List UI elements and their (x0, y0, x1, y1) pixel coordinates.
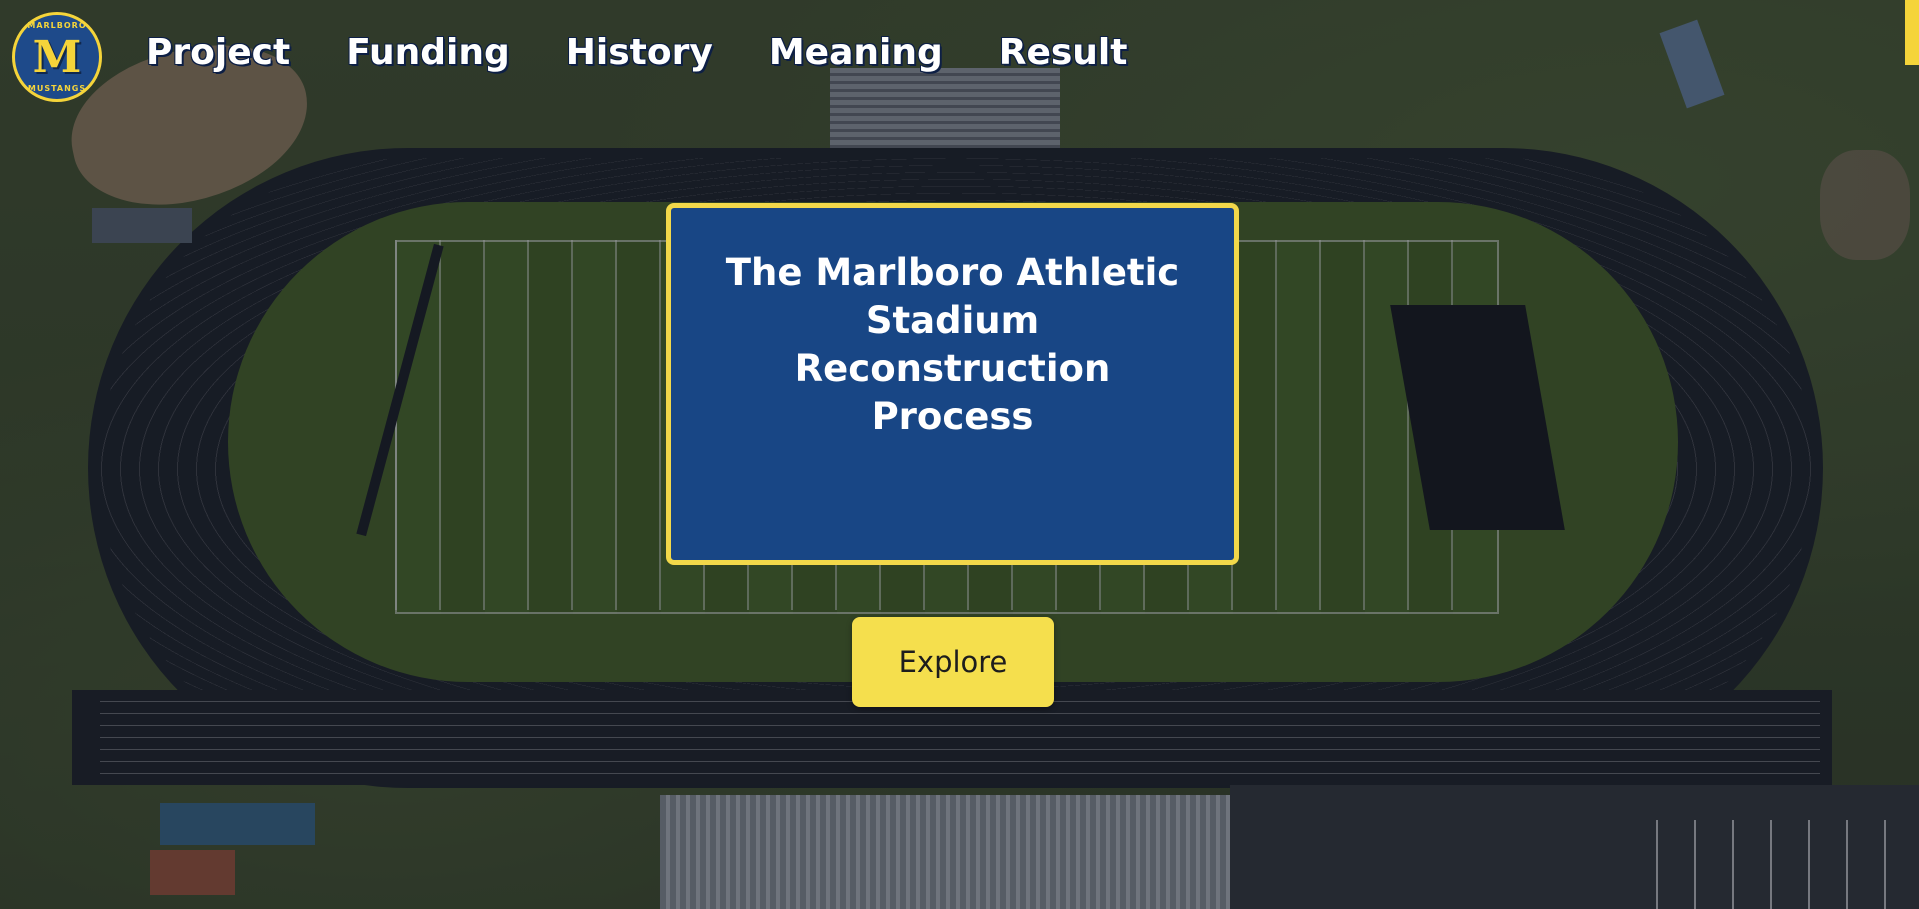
hero-card: The Marlboro Athletic Stadium Reconstruc… (666, 203, 1239, 565)
logo-letter: M (32, 31, 82, 83)
nav-link-project[interactable]: Project (146, 30, 290, 76)
main-navigation: Project Funding History Meaning Result (146, 30, 1183, 76)
nav-link-funding[interactable]: Funding (346, 30, 510, 76)
nav-link-result[interactable]: Result (999, 30, 1128, 76)
nav-link-meaning[interactable]: Meaning (769, 30, 943, 76)
hero-title: The Marlboro Athletic Stadium Reconstruc… (725, 250, 1180, 438)
scrollbar-thumb[interactable] (1905, 0, 1919, 65)
logo-top-text: MARLBORO (27, 21, 87, 30)
mustangs-logo[interactable]: MARLBORO M MUSTANGS (12, 12, 102, 102)
nav-link-history[interactable]: History (566, 30, 713, 76)
logo-bottom-text: MUSTANGS (27, 84, 87, 93)
explore-button[interactable]: Explore (852, 617, 1054, 707)
